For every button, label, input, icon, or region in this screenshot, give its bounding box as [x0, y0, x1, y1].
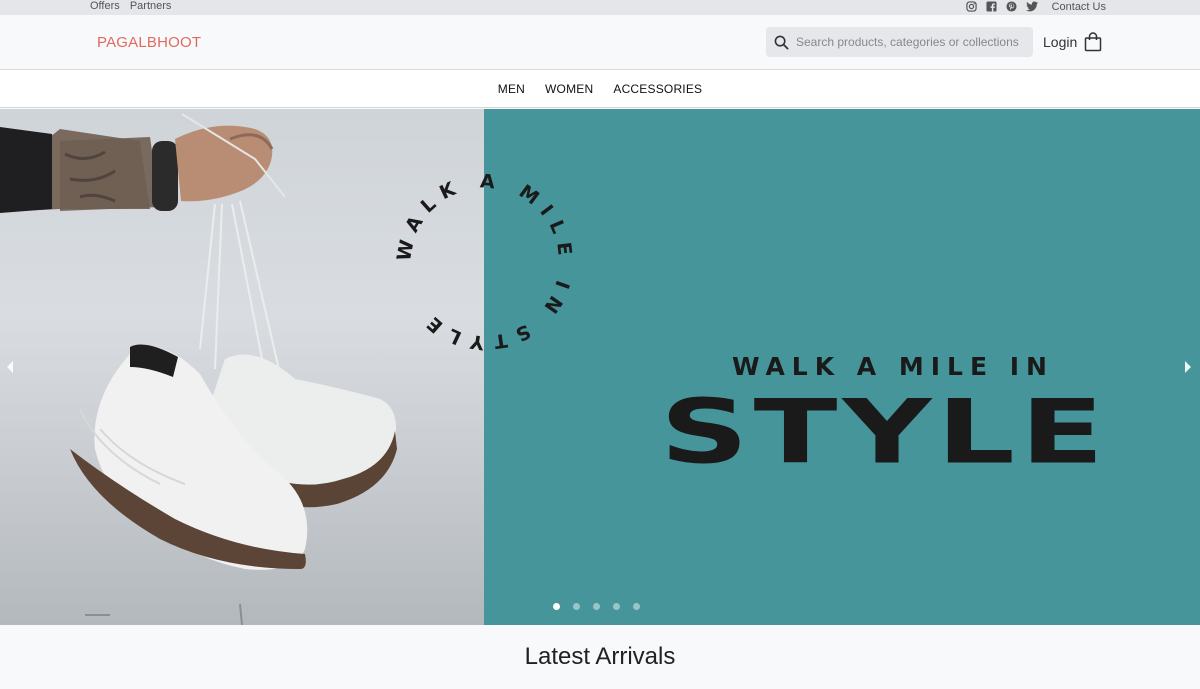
twitter-icon[interactable] [1025, 1, 1038, 13]
carousel-prev-arrow[interactable] [2, 357, 18, 377]
nav-item-men[interactable]: MEN [498, 82, 525, 96]
carousel-next-arrow[interactable] [1180, 357, 1196, 377]
svg-text:WALK A MILE IN STYLE: WALK A MILE IN STYLE [393, 170, 577, 353]
section-title: Latest Arrivals [524, 643, 676, 670]
contact-us-link[interactable]: Contact Us [1052, 1, 1106, 13]
brand-logo[interactable]: PAGALBHOOT [97, 34, 201, 51]
carousel-dot-5[interactable] [633, 603, 640, 610]
circular-slogan-text: WALK A MILE IN STYLE [393, 170, 568, 353]
carousel-dots [553, 603, 653, 610]
shopping-bag-icon[interactable] [1084, 32, 1102, 52]
main-header: PAGALBHOOT Login [0, 15, 1200, 70]
top-links: Offers Partners [90, 0, 178, 13]
carousel-dot-2[interactable] [573, 603, 580, 610]
carousel-dot-3[interactable] [593, 603, 600, 610]
carousel-dot-4[interactable] [613, 603, 620, 610]
carousel-dot-1[interactable] [553, 603, 560, 610]
nav-item-women[interactable]: WOMEN [545, 82, 593, 96]
nav-item-accessories[interactable]: ACCESSORIES [613, 82, 702, 96]
offers-link[interactable]: Offers [90, 0, 120, 12]
pinterest-icon[interactable] [1006, 1, 1018, 13]
hero-headline-small: WALK A MILE IN [732, 352, 1054, 381]
search-input[interactable] [796, 35, 1024, 49]
search-icon[interactable] [766, 27, 796, 57]
category-nav: MEN WOMEN ACCESSORIES [0, 70, 1200, 108]
login-link[interactable]: Login [1043, 34, 1077, 50]
top-right: Contact Us [958, 0, 1106, 13]
instagram-icon[interactable] [966, 1, 978, 13]
facebook-icon[interactable] [986, 1, 998, 13]
partners-link[interactable]: Partners [130, 0, 172, 12]
search-bar[interactable] [766, 27, 1033, 57]
circular-slogan: WALK A MILE IN STYLE [393, 170, 577, 353]
top-bar: Offers Partners Contact Us [0, 0, 1200, 15]
hero-headline-big: STYLE [660, 380, 1110, 484]
hero-carousel: WALK A MILE IN STYLE WALK A MILE IN STYL… [0, 109, 1200, 625]
